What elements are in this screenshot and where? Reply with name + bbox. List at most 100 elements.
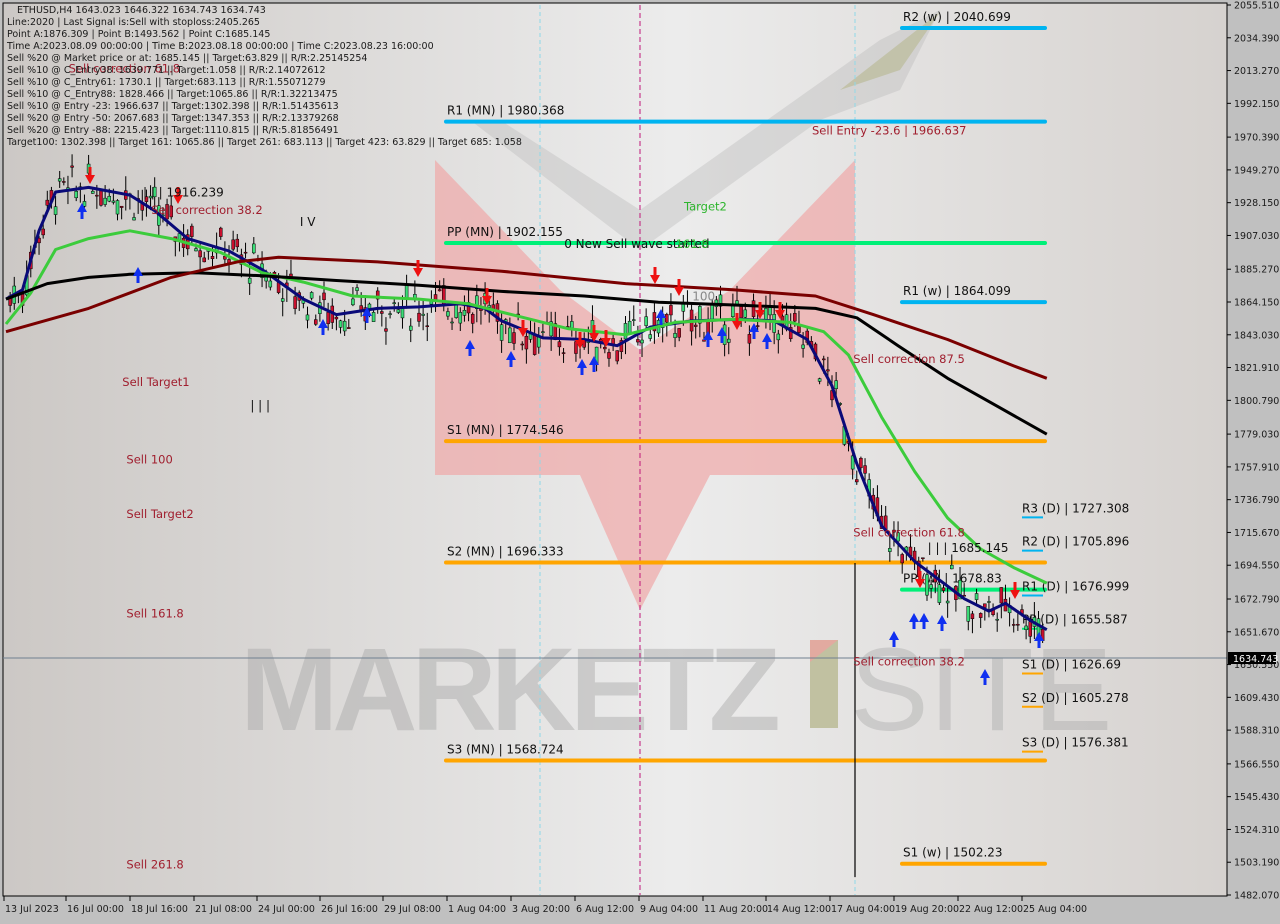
- candle-body: [322, 292, 326, 301]
- candle-body: [743, 309, 748, 318]
- time-tick-label: 16 Jul 00:00: [67, 904, 124, 915]
- candle-body: [739, 306, 743, 319]
- time-tick-label: 18 Jul 16:00: [131, 904, 188, 915]
- price-tick-label: 1949.270: [1234, 165, 1279, 176]
- candle-body: [751, 300, 756, 317]
- candle-body: [309, 292, 314, 299]
- daily-level-label: R2 (D) | 1705.896: [1022, 535, 1129, 549]
- candle-body: [937, 584, 942, 603]
- candle-body: [995, 618, 999, 621]
- time-tick-label: 14 Aug 12:00: [767, 904, 831, 915]
- time-tick-label: 17 Aug 04:00: [831, 904, 895, 915]
- candle-body: [470, 314, 475, 324]
- time-tick-label: 11 Aug 20:00: [704, 904, 768, 915]
- price-tick-label: 1609.430: [1234, 693, 1279, 704]
- candle-body: [570, 321, 574, 329]
- price-tick-label: 1757.910: [1234, 462, 1279, 473]
- candle-body: [408, 325, 413, 331]
- price-tick-label: 2013.270: [1234, 66, 1279, 77]
- time-tick-label: 21 Jul 08:00: [195, 904, 252, 915]
- candle-body: [755, 325, 760, 327]
- candle-body: [793, 313, 797, 322]
- daily-level-label: R3 (D) | 1727.308: [1022, 501, 1129, 515]
- candle-body: [351, 298, 355, 306]
- candle-body: [821, 358, 826, 361]
- candle-body: [693, 324, 698, 327]
- candle-body: [987, 601, 991, 603]
- candle-body: [888, 548, 892, 552]
- candle-body: [826, 369, 830, 372]
- candle-body: [190, 225, 194, 237]
- candle-body: [978, 613, 983, 618]
- time-tick-label: 24 Jul 00:00: [258, 904, 315, 915]
- candle-body: [524, 335, 529, 350]
- candle-body: [731, 304, 735, 317]
- time-tick-label: 25 Aug 04:00: [1023, 904, 1087, 915]
- candle-body: [115, 200, 120, 215]
- candle-body: [970, 613, 975, 619]
- candle-body: [132, 217, 136, 221]
- time-axis[interactable]: 13 Jul 2023 16 Jul 00:00 18 Jul 16:00 21 Ju…: [3, 896, 1087, 915]
- candle-body: [801, 344, 805, 349]
- chart-annotation: | | | 1685.145: [928, 541, 1009, 555]
- pivot-label: R1 (MN) | 1980.368: [447, 104, 564, 118]
- candle-body: [446, 311, 450, 317]
- chart-annotation: Target2: [683, 200, 727, 214]
- candle-body: [648, 334, 653, 339]
- candle-body: [347, 327, 351, 329]
- pivot-label: R2 (w) | 2040.699: [903, 10, 1011, 24]
- candle-body: [396, 309, 401, 313]
- candle-body: [99, 190, 103, 206]
- candle-body: [74, 191, 78, 199]
- daily-level-label: S3 (D) | 1576.381: [1022, 736, 1129, 750]
- candle-body: [53, 206, 58, 215]
- candle-body: [293, 296, 297, 309]
- candle-body: [499, 324, 504, 341]
- candle-body: [421, 313, 425, 316]
- info-line: Sell %20 @ Entry -88: 2215.423 || Target…: [7, 125, 339, 136]
- time-tick-label: 19 Aug 20:00: [895, 904, 959, 915]
- candle-body: [603, 347, 607, 350]
- time-tick-label: 26 Jul 16:00: [321, 904, 378, 915]
- candle-body: [776, 333, 781, 341]
- candle-body: [636, 339, 640, 343]
- chart-annotation: Sell 261.8: [126, 858, 183, 872]
- candle-body: [1016, 623, 1020, 626]
- chart-annotation: Sell 161.8: [126, 606, 183, 620]
- time-tick-label: 29 Jul 08:00: [384, 904, 441, 915]
- candle-body: [681, 303, 686, 312]
- chart-annotation: Sell Target2: [126, 507, 193, 521]
- time-tick-label: 1 Aug 04:00: [448, 904, 506, 915]
- candle-body: [557, 341, 562, 348]
- pivot-label: S3 (MN) | 1568.724: [447, 743, 564, 757]
- candle-body: [1011, 624, 1016, 626]
- chart-annotation: Sell 100: [126, 453, 172, 467]
- price-tick-label: 1779.030: [1234, 430, 1279, 441]
- candle-body: [727, 338, 731, 343]
- candle-body: [198, 250, 202, 258]
- candle-body: [454, 304, 458, 318]
- candle-body: [194, 248, 198, 252]
- candle-body: [119, 205, 124, 208]
- info-line: Sell %20 @ Entry -50: 2067.683 || Target…: [7, 113, 339, 124]
- price-tick-label: 1907.030: [1234, 231, 1279, 242]
- info-line: Line:2020 | Last Signal is:Sell with sto…: [7, 17, 260, 28]
- candle-body: [202, 257, 206, 263]
- candle-body: [665, 314, 669, 323]
- candle-body: [615, 350, 619, 362]
- price-chart[interactable]: MARKETZ SITE R2 (w) | 2040.699R1 (MN) | 1…: [0, 0, 1280, 920]
- candle-body: [1024, 625, 1028, 630]
- candle-body: [305, 314, 310, 321]
- candle-body: [280, 298, 285, 302]
- candle-body: [974, 593, 979, 600]
- price-tick-label: 1503.190: [1234, 858, 1279, 869]
- candle-body: [859, 457, 863, 469]
- daily-level-label: S1 (D) | 1626.69: [1022, 658, 1121, 672]
- price-tick-label: 2034.390: [1234, 33, 1279, 44]
- candle-body: [380, 311, 384, 314]
- price-axis[interactable]: 2055.510 2034.390 2013.270 1992.150 1970.390…: [1226, 1, 1279, 902]
- candle-body: [561, 352, 566, 354]
- candle-body: [417, 312, 421, 322]
- candle-body: [863, 465, 867, 474]
- candle-body: [623, 323, 628, 340]
